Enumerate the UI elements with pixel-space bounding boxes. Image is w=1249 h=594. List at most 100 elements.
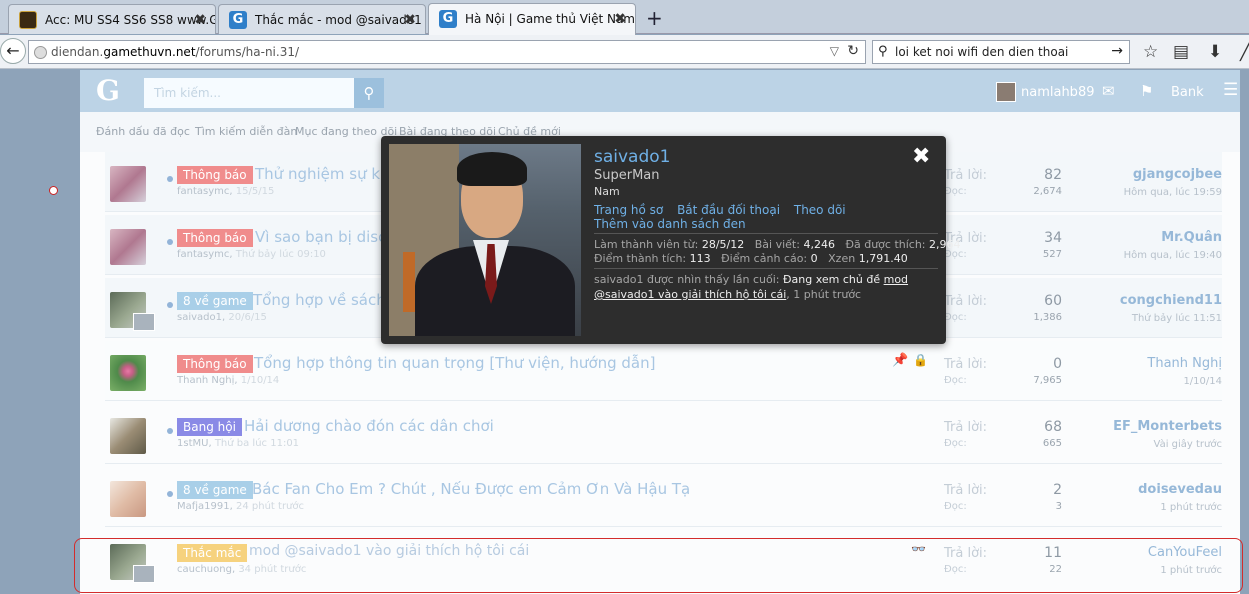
last-poster[interactable]: congchiend11: [1065, 293, 1222, 308]
gamethuvn-favicon-icon: G: [439, 10, 457, 28]
tab-thac-mac[interactable]: G Thắc mắc - mod @saivado1 v... ✖: [218, 4, 426, 34]
thread-row[interactable]: Thông báo Tổng hợp thông tin quan trọng …: [105, 341, 1222, 401]
last-post-time[interactable]: Hôm qua, lúc 19:40: [1065, 250, 1222, 261]
posts-label: Bài viết:: [754, 238, 800, 251]
download-arrow-icon[interactable]: ⬇: [1208, 42, 1222, 62]
thread-prefix[interactable]: 8 về game: [177, 481, 253, 499]
member-stats-row1: Làm thành viên từ: 28/5/12 Bài viết: 4,2…: [594, 238, 961, 251]
tab-acc-mu[interactable]: Acc: MU SS4 SS6 SS8 www.G... ✖: [8, 4, 216, 34]
close-icon[interactable]: ✖: [614, 11, 626, 27]
subnav-mark-read[interactable]: Đánh dấu đã đọc: [96, 125, 190, 138]
participant-avatar[interactable]: [133, 313, 155, 331]
replies-label: Trả lời:: [944, 420, 988, 435]
thread-meta: fantasymc, Thứ bảy lúc 09:10: [177, 249, 326, 260]
views-count: 665: [1042, 438, 1062, 449]
thread-meta: fantasymc, 15/5/15: [177, 186, 275, 197]
search-go-arrow-icon[interactable]: →: [1111, 43, 1123, 59]
follow-link[interactable]: Theo dõi: [794, 203, 846, 217]
replies-label: Trả lời:: [944, 294, 988, 309]
last-poster[interactable]: EF_Monterbets: [1065, 419, 1222, 434]
ignore-link[interactable]: Thêm vào danh sách đen: [594, 217, 746, 231]
start-conversation-link[interactable]: Bắt đầu đối thoại: [677, 203, 780, 217]
thread-title[interactable]: Tổng hợp thông tin quan trọng [Thư viện,…: [254, 354, 655, 372]
close-icon[interactable]: ✖: [912, 144, 930, 169]
close-icon[interactable]: ✖: [194, 12, 206, 28]
last-post-time[interactable]: 1 phút trước: [1065, 502, 1222, 513]
profile-link[interactable]: Trang hồ sơ: [594, 203, 663, 217]
tab-ha-noi[interactable]: G Hà Nội | Game thủ Việt Nam- ... ✖: [428, 3, 636, 35]
thread-author[interactable]: fantasymc: [177, 186, 229, 197]
views-count: 3: [1055, 501, 1062, 512]
back-arrow-icon[interactable]: ←: [0, 38, 26, 64]
left-background-margin: [0, 70, 80, 594]
views-count: 2,674: [1033, 186, 1062, 197]
unread-dot-icon: [167, 239, 173, 245]
url-domain: gamethuvn.net: [103, 45, 196, 59]
reading-list-icon[interactable]: ▤: [1173, 42, 1189, 62]
last-post-time[interactable]: Thứ bảy lúc 11:51: [1065, 313, 1222, 324]
author-avatar[interactable]: [110, 418, 146, 454]
last-post-time[interactable]: Hôm qua, lúc 19:59: [1065, 187, 1222, 198]
author-avatar[interactable]: [110, 229, 146, 265]
author-avatar[interactable]: [110, 355, 146, 391]
bookmark-star-icon[interactable]: ☆: [1143, 42, 1158, 62]
thread-author[interactable]: 1stMU: [177, 438, 208, 449]
site-logo[interactable]: G: [96, 74, 120, 107]
thread-date: 24 phút trước: [236, 501, 305, 512]
thread-prefix[interactable]: 8 về game: [177, 292, 253, 310]
last-poster[interactable]: doisevedau: [1065, 482, 1222, 497]
thread-title[interactable]: Tổng hợp về sách: [253, 291, 386, 309]
thread-title[interactable]: Vì sao bạn bị disco: [255, 228, 396, 246]
dropdown-arrow-icon[interactable]: ▽: [830, 44, 839, 58]
new-tab-button[interactable]: +: [646, 6, 663, 30]
thread-prefix[interactable]: Thông báo: [177, 166, 253, 184]
warn-value: 0: [810, 252, 818, 265]
thread-author[interactable]: saivado1: [177, 312, 222, 323]
url-prefix: diendan.: [51, 45, 104, 59]
tab-title: Acc: MU SS4 SS6 SS8 www.G...: [45, 13, 216, 27]
user-avatar[interactable]: [996, 82, 1016, 102]
thread-date: 15/5/15: [235, 186, 275, 197]
replies-count: 68: [1044, 419, 1062, 435]
thread-prefix[interactable]: Bang hội: [177, 418, 242, 436]
views-count: 1,386: [1033, 312, 1062, 323]
bank-link[interactable]: Bank: [1171, 85, 1204, 100]
author-avatar[interactable]: [110, 166, 146, 202]
hamburger-menu-icon[interactable]: ☰: [1223, 80, 1238, 100]
menu-icon[interactable]: ╱: [1240, 42, 1249, 62]
thread-prefix[interactable]: Thông báo: [177, 229, 253, 247]
last-poster[interactable]: Thanh Nghị: [1065, 356, 1222, 371]
thread-title[interactable]: Hải dương chào đón các dân chơi: [244, 417, 494, 435]
views-count: 7,965: [1033, 375, 1062, 386]
site-search-button[interactable]: ⚲: [354, 78, 384, 108]
last-poster[interactable]: gjangcojbee: [1065, 167, 1222, 182]
member-photo[interactable]: [389, 144, 581, 336]
author-avatar[interactable]: [110, 481, 146, 517]
highlight-annotation-box: [74, 538, 1243, 593]
thread-row[interactable]: Bang hội Hải dương chào đón các dân chơi…: [105, 404, 1222, 464]
last-post-time[interactable]: Vài giây trước: [1065, 439, 1223, 450]
unread-dot-icon: [167, 302, 173, 308]
unread-dot-icon: [167, 491, 173, 497]
thread-title[interactable]: Bác Fan Cho Em ? Chút , Nếu Được em Cảm …: [252, 480, 690, 498]
subnav-search-forum[interactable]: Tìm kiếm diễn đàn: [195, 125, 297, 138]
thread-author[interactable]: Thanh Nghị: [177, 375, 234, 386]
thread-row[interactable]: 8 về game Bác Fan Cho Em ? Chút , Nếu Đư…: [105, 467, 1222, 527]
thread-author[interactable]: Mafja1991: [177, 501, 230, 512]
views-label: Đọc:: [944, 501, 967, 512]
thread-title[interactable]: Thử nghiệm sự ki: [255, 165, 384, 183]
replies-label: Trả lời:: [944, 168, 988, 183]
username-link[interactable]: namlahb89: [1021, 85, 1094, 100]
reload-icon[interactable]: ↻: [847, 43, 859, 59]
last-post-time[interactable]: 1/10/14: [1065, 376, 1222, 387]
address-bar[interactable]: diendan.gamethuvn.net/forums/ha-ni.31/ ▽…: [28, 40, 866, 64]
browser-search-field[interactable]: ⚲ loi ket noi wifi den dien thoai →: [872, 40, 1130, 64]
last-poster[interactable]: Mr.Quân: [1065, 230, 1222, 245]
close-icon[interactable]: ✖: [404, 12, 416, 28]
envelope-icon[interactable]: ✉: [1102, 82, 1115, 100]
member-name[interactable]: saivado1: [594, 147, 670, 167]
flag-icon[interactable]: ⚑: [1140, 82, 1153, 100]
thread-prefix[interactable]: Thông báo: [177, 355, 253, 373]
site-search-input[interactable]: Tìm kiếm...: [144, 78, 354, 108]
thread-author[interactable]: fantasymc: [177, 249, 229, 260]
